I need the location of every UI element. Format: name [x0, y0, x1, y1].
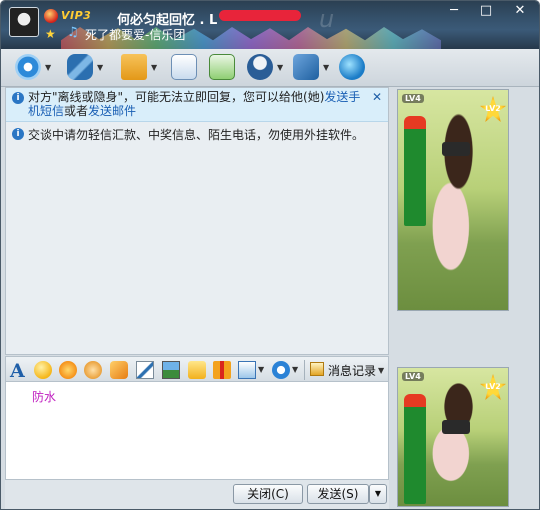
- message-input[interactable]: 防水: [5, 382, 389, 480]
- notice-close-icon[interactable]: ✕: [372, 90, 382, 104]
- online-status-icon: [44, 9, 58, 23]
- history-icon[interactable]: [310, 362, 324, 376]
- contact-signature: 死了都要爱-信乐团: [85, 28, 186, 42]
- camera-prop: [442, 142, 470, 156]
- chevron-down-icon[interactable]: ▼: [277, 63, 283, 72]
- chat-window: VIP3 何必匀起回忆 . L u ★ ♫ 死了都要爱-信乐团 ─ □ ✕ ▼ …: [0, 0, 540, 510]
- send-button[interactable]: 发送(S): [307, 484, 369, 504]
- info-icon: i: [12, 92, 24, 104]
- input-method-icon[interactable]: [272, 361, 290, 379]
- message-history-button[interactable]: 消息记录: [328, 362, 376, 379]
- music-icon[interactable]: [188, 361, 206, 379]
- send-mail-link[interactable]: 发送邮件: [88, 104, 136, 118]
- chevron-down-icon[interactable]: ▼: [378, 366, 384, 375]
- webcam-icon[interactable]: ▼: [15, 54, 51, 80]
- offline-notice-prefix: 对方"离线或隐身"，可能无法立即回复，您可以给他(她): [28, 90, 325, 104]
- chat-history-area[interactable]: i 对方"离线或隐身"，可能无法立即回复，您可以给他(她)发送手机短信或者发送邮…: [5, 87, 389, 355]
- minimize-button[interactable]: ─: [441, 3, 467, 21]
- magic-emoji-icon[interactable]: [59, 361, 77, 379]
- chevron-down-icon[interactable]: ▼: [151, 63, 157, 72]
- show-panel: LV4 LV2 LV4 LV2: [391, 87, 539, 509]
- level-badge: LV4: [402, 94, 424, 103]
- my-show-image[interactable]: LV4 LV2: [397, 367, 509, 507]
- title-bar[interactable]: VIP3 何必匀起回忆 . L u ★ ♫ 死了都要爱-信乐团 ─ □ ✕: [1, 1, 539, 49]
- send-options-button[interactable]: ▼: [369, 484, 387, 504]
- image-icon[interactable]: [162, 361, 180, 379]
- close-window-button[interactable]: ✕: [507, 3, 533, 21]
- offline-notice-text: 对方"离线或隐身"，可能无法立即回复，您可以给他(她)发送手机短信或者发送邮件: [28, 90, 368, 118]
- offline-notice-or: 或者: [64, 104, 89, 118]
- bottom-bar: 关闭(C) 发送(S) ▼: [5, 480, 389, 509]
- title-watermark: u: [319, 5, 335, 33]
- app-icon[interactable]: ▼: [293, 54, 329, 80]
- toolbar-divider: [304, 360, 305, 380]
- chevron-down-icon[interactable]: ▼: [97, 63, 103, 72]
- level-badge: LV4: [402, 372, 424, 381]
- microphone-icon[interactable]: ▼: [67, 54, 103, 80]
- sticker-icon[interactable]: [84, 361, 102, 379]
- star-icon: ★: [45, 27, 56, 41]
- contact-show-image[interactable]: LV4 LV2: [397, 89, 509, 311]
- doodle-icon[interactable]: [136, 361, 154, 379]
- message-input-text[interactable]: 防水: [32, 388, 56, 405]
- vip-badge: VIP3: [61, 9, 92, 22]
- close-button[interactable]: 关闭(C): [233, 484, 303, 504]
- christmas-ornament: [404, 116, 426, 226]
- maximize-button[interactable]: □: [473, 3, 499, 21]
- christmas-ornament: [404, 394, 426, 504]
- level-star-badge: LV2: [480, 96, 506, 122]
- chevron-down-icon[interactable]: ▼: [292, 365, 300, 383]
- security-warning: 交谈中请勿轻信汇款、中奖信息、陌生电话，勿使用外挂软件。: [28, 128, 365, 142]
- info-icon: i: [12, 128, 24, 140]
- chevron-down-icon[interactable]: ▼: [323, 63, 329, 72]
- offline-notice: i 对方"离线或隐身"，可能无法立即回复，您可以给他(她)发送手机短信或者发送邮…: [6, 88, 388, 122]
- chevron-down-icon[interactable]: ▼: [45, 63, 51, 72]
- redacted-name-mark: [219, 10, 301, 21]
- camera-prop: [442, 420, 470, 434]
- folder-icon[interactable]: ▼: [121, 54, 157, 80]
- font-icon[interactable]: A: [10, 360, 28, 382]
- globe-icon[interactable]: [339, 54, 365, 80]
- input-toolbar: A ▼ ▼ 消息记录 ▼: [5, 356, 389, 382]
- avatar[interactable]: [9, 7, 39, 37]
- emoji-icon[interactable]: [34, 361, 52, 379]
- level-star-badge: LV2: [480, 374, 506, 400]
- main-toolbar: ▼ ▼ ▼ ▼ ▼: [1, 49, 539, 87]
- screenshot-icon[interactable]: [238, 361, 256, 379]
- gift-icon[interactable]: [213, 361, 231, 379]
- mail-icon[interactable]: [171, 54, 197, 80]
- chevron-down-icon[interactable]: ▼: [258, 365, 266, 383]
- music-note-icon: ♫: [67, 25, 79, 40]
- user-icon[interactable]: ▼: [247, 54, 283, 80]
- shake-icon[interactable]: [110, 361, 128, 379]
- add-app-icon[interactable]: [209, 54, 235, 80]
